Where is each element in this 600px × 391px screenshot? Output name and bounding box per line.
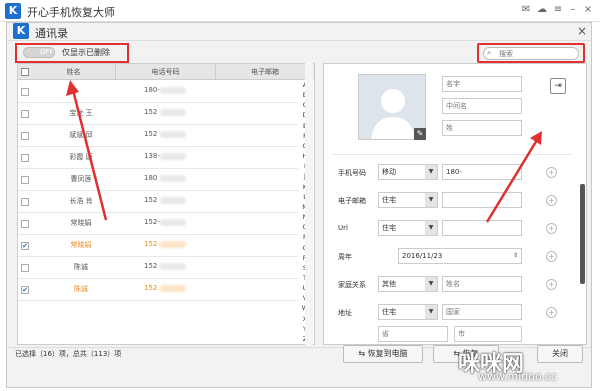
annotation-overlay	[66, 80, 542, 223]
annotation-arrow-right	[485, 131, 542, 223]
annotation-arrow-left	[66, 80, 108, 221]
watermark-url: www.midoo.cc	[478, 370, 558, 383]
